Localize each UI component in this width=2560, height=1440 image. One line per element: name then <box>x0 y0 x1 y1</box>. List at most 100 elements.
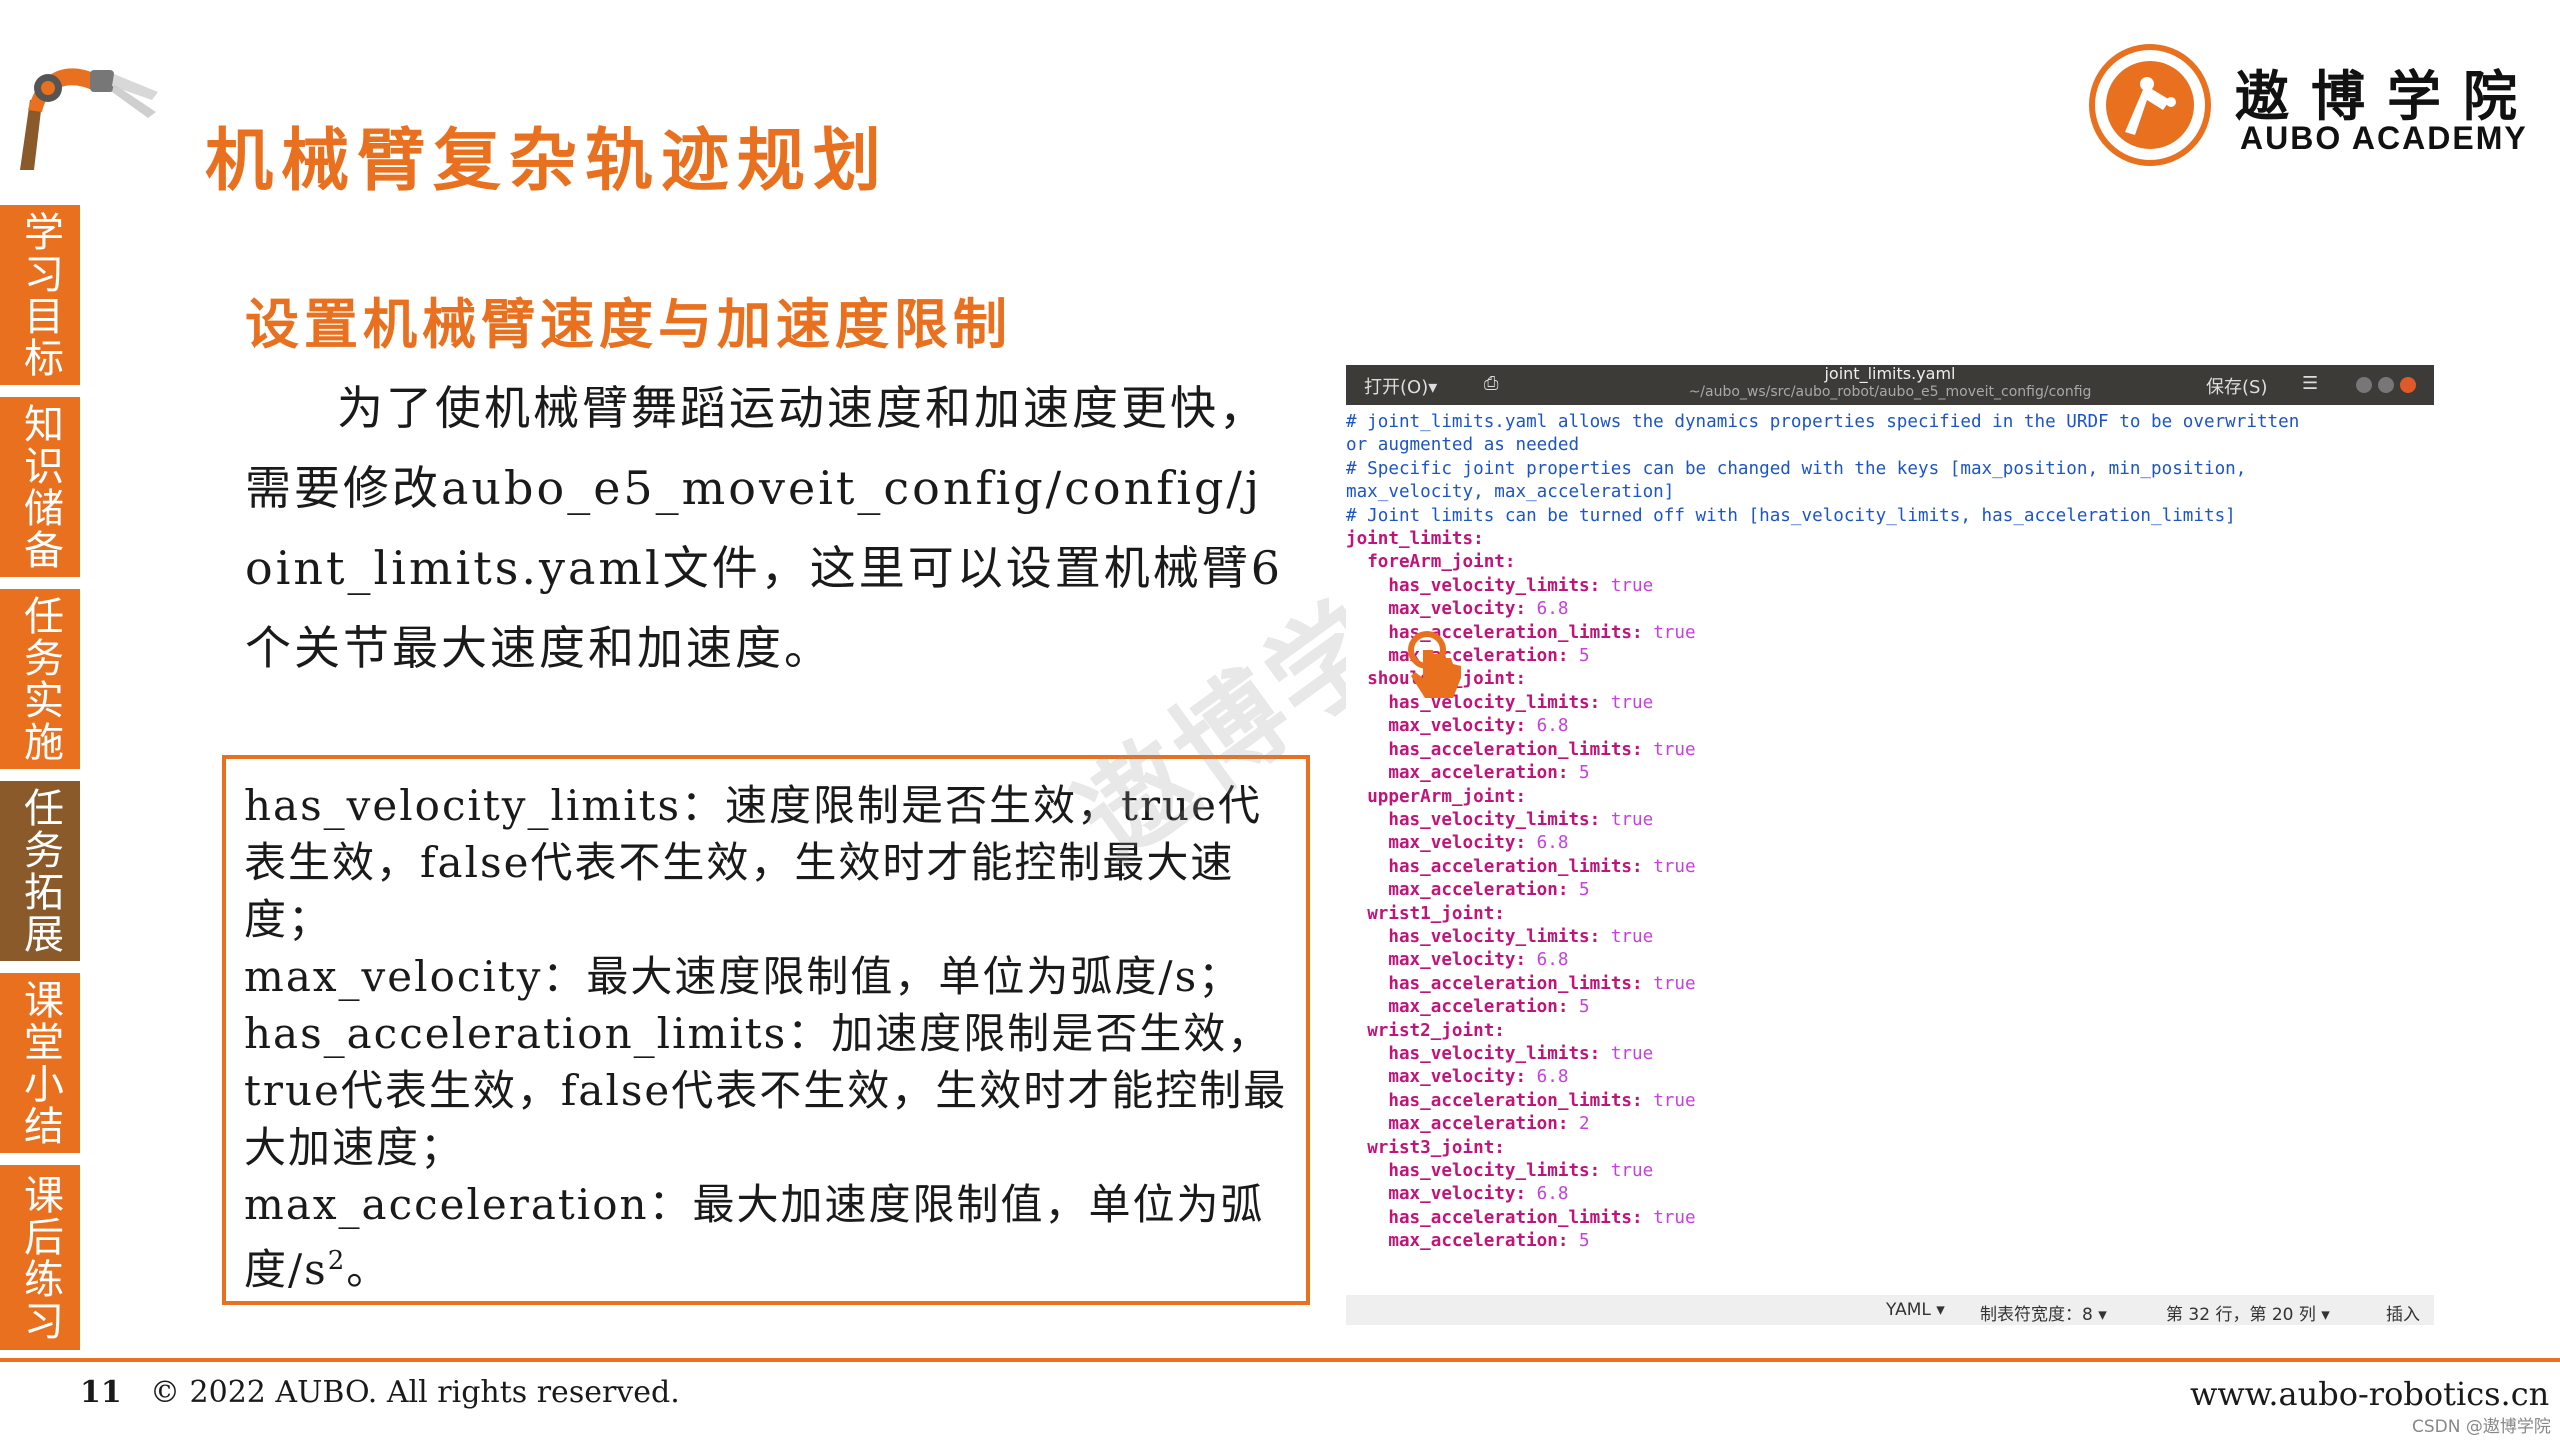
code-property-value: 6.8 <box>1536 950 1569 971</box>
code-property-line: has_acceleration_limits: true <box>1346 973 2434 996</box>
code-comment-line: or augmented as needed <box>1346 434 2434 457</box>
code-comment-line: # Specific joint properties can be chang… <box>1346 458 2434 481</box>
language-selector[interactable]: YAML ▾ <box>1886 1300 1945 1320</box>
desc-max-velocity: max_velocity：最大速度限制值，单位为弧度/s； <box>244 952 1243 1001</box>
sidebar-item-exercises[interactable]: 课后练习 <box>0 1165 80 1350</box>
code-comment-line: # joint_limits.yaml allows the dynamics … <box>1346 411 2434 434</box>
code-property-line: max_acceleration: 2 <box>1346 1113 2434 1136</box>
code-property-key: has_velocity_limits: <box>1388 575 1601 596</box>
code-property-line: max_acceleration: 5 <box>1346 762 2434 785</box>
editor-path: ~/aubo_ws/src/aubo_robot/aubo_e5_moveit_… <box>1688 384 2092 400</box>
code-property-key: has_velocity_limits: <box>1388 926 1601 947</box>
website-link[interactable]: www.aubo-robotics.cn <box>2190 1375 2549 1413</box>
code-property-value: true <box>1653 1090 1696 1111</box>
code-property-line: max_acceleration: 5 <box>1346 1230 2434 1253</box>
code-property-key: has_acceleration_limits: <box>1388 1090 1643 1111</box>
code-joint-line: upperArm_joint: <box>1346 786 2434 809</box>
code-comment: # joint_limits.yaml allows the dynamics … <box>1346 412 2300 432</box>
code-property-line: max_acceleration: 5 <box>1346 645 2434 668</box>
sidebar-item-task-implementation[interactable]: 任务实施 <box>0 589 80 769</box>
code-property-line: has_acceleration_limits: true <box>1346 622 2434 645</box>
code-property-line: max_velocity: 6.8 <box>1346 832 2434 855</box>
code-property-value: true <box>1653 856 1696 877</box>
code-property-value: 5 <box>1579 1231 1590 1252</box>
code-property-line: has_acceleration_limits: true <box>1346 1090 2434 1113</box>
code-property-line: max_velocity: 6.8 <box>1346 1066 2434 1089</box>
desc-max-acceleration-text: max_acceleration：最大加速度限制值，单位为弧度/s <box>244 1180 1265 1294</box>
code-property-key: max_velocity: <box>1388 1067 1527 1088</box>
code-property-value: 5 <box>1579 997 1590 1018</box>
save-button[interactable]: 保存(S) <box>2206 373 2267 399</box>
code-comment-line: # Joint limits can be turned off with [h… <box>1346 505 2434 528</box>
code-property-value: true <box>1610 692 1654 713</box>
code-property-line: has_velocity_limits: true <box>1346 809 2434 832</box>
intro-paragraph: 为了使机械臂舞蹈运动速度和加速度更快，需要修改aubo_e5_moveit_co… <box>245 381 1283 675</box>
tab-width-selector[interactable]: 制表符宽度：8 ▾ <box>1980 1300 2107 1325</box>
text-editor-window: 打开(O)▾ ⎙ joint_limits.yaml ~/aubo_ws/src… <box>1346 364 2434 1325</box>
code-root-key: joint_limits: <box>1346 529 1484 550</box>
code-comment: # Specific joint properties can be chang… <box>1346 458 2247 479</box>
code-property-value: 5 <box>1579 763 1590 784</box>
desc-has-acceleration-limits: has_acceleration_limits：加速度限制是否生效，true代表… <box>244 1009 1288 1172</box>
code-property-value: true <box>1653 973 1696 994</box>
code-property-value: true <box>1610 575 1654 596</box>
code-property-key: has_velocity_limits: <box>1388 1161 1601 1181</box>
sidebar-item-learning-goals[interactable]: 学习目标 <box>0 205 80 385</box>
code-root-key-line: joint_limits: <box>1346 528 2434 551</box>
sidebar-item-knowledge[interactable]: 知识储备 <box>0 397 80 577</box>
code-comment: or augmented as needed <box>1346 435 1580 456</box>
code-property-key: max_velocity: <box>1388 1184 1527 1205</box>
desc-max-acceleration-end: 。 <box>346 1245 391 1294</box>
code-property-line: max_velocity: 6.8 <box>1346 715 2434 738</box>
code-joint-line: shoulder_joint: <box>1346 668 2434 691</box>
code-property-value: 6.8 <box>1536 833 1569 854</box>
code-property-key: max_acceleration: <box>1388 1231 1569 1252</box>
maximize-icon[interactable] <box>2378 377 2394 393</box>
code-property-line: has_acceleration_limits: true <box>1346 856 2434 879</box>
code-property-line: max_velocity: 6.8 <box>1346 949 2434 972</box>
minimize-icon[interactable] <box>2356 377 2372 393</box>
code-joint-name: upperArm_joint: <box>1367 786 1527 807</box>
code-joint-name: wrist2_joint: <box>1367 1020 1505 1041</box>
code-property-value: 5 <box>1579 880 1590 901</box>
yaml-code-area[interactable]: # joint_limits.yaml allows the dynamics … <box>1346 411 2434 1254</box>
robot-arm-logo-icon <box>20 68 158 170</box>
editor-status-bar: YAML ▾ 制表符宽度：8 ▾ 第 32 行，第 20 列 ▾ 插入 <box>1346 1295 2434 1325</box>
code-property-line: has_acceleration_limits: true <box>1346 1207 2434 1230</box>
code-property-value: 6.8 <box>1536 716 1569 737</box>
code-property-line: has_acceleration_limits: true <box>1346 739 2434 762</box>
code-property-line: has_velocity_limits: true <box>1346 1160 2434 1183</box>
code-joint-line: foreArm_joint: <box>1346 551 2434 574</box>
sidebar-item-task-extension[interactable]: 任务拓展 <box>0 781 80 961</box>
code-property-line: has_velocity_limits: true <box>1346 926 2434 949</box>
close-icon[interactable] <box>2400 377 2416 393</box>
editor-filename: joint_limits.yaml <box>1824 364 1956 383</box>
code-joint-name: foreArm_joint: <box>1367 552 1516 573</box>
cursor-position[interactable]: 第 32 行，第 20 列 ▾ <box>2166 1300 2330 1325</box>
code-property-key: has_acceleration_limits: <box>1388 739 1643 760</box>
sidebar-item-summary[interactable]: 课堂小结 <box>0 973 80 1153</box>
code-comment: # Joint limits can be turned off with [h… <box>1346 505 2236 526</box>
code-property-value: 6.8 <box>1536 1184 1569 1205</box>
code-joint-line: wrist1_joint: <box>1346 903 2434 926</box>
code-property-line: max_velocity: 6.8 <box>1346 598 2434 621</box>
code-property-line: has_velocity_limits: true <box>1346 692 2434 715</box>
code-property-value: true <box>1653 739 1696 760</box>
hand-pointer-icon <box>1408 631 1461 698</box>
brand-name-en: AUBO ACADEMY <box>2240 120 2528 156</box>
desc-max-acceleration-exponent: 2 <box>327 1246 347 1276</box>
code-property-line: max_acceleration: 5 <box>1346 879 2434 902</box>
code-property-key: max_acceleration: <box>1388 763 1569 784</box>
menu-icon[interactable]: ☰ <box>2302 373 2318 394</box>
code-property-value: 6.8 <box>1536 599 1569 620</box>
code-property-value: 6.8 <box>1536 1067 1569 1088</box>
section-title: 设置机械臂速度与加速度限制 <box>245 292 1012 356</box>
code-comment: max_velocity, max_acceleration] <box>1346 482 1675 503</box>
code-joint-name: wrist3_joint: <box>1367 1137 1505 1158</box>
code-property-key: max_velocity: <box>1388 599 1527 620</box>
insert-mode: 插入 <box>2386 1305 2420 1325</box>
code-property-key: max_acceleration: <box>1388 1114 1569 1135</box>
code-comment-line: max_velocity, max_acceleration] <box>1346 481 2434 504</box>
code-property-value: true <box>1610 1043 1654 1064</box>
code-property-key: max_velocity: <box>1388 950 1527 971</box>
